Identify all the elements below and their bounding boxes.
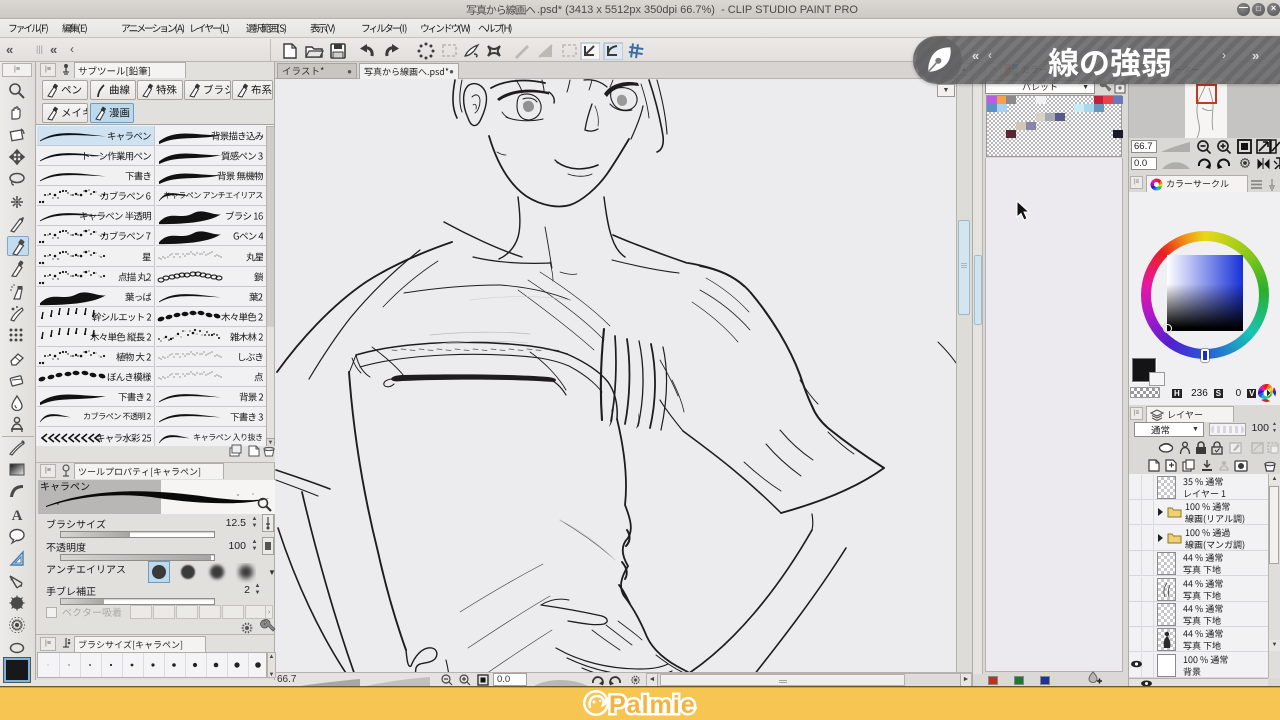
svg-text:Palmie: Palmie [609,691,696,718]
svg-text:A: A [12,508,23,523]
